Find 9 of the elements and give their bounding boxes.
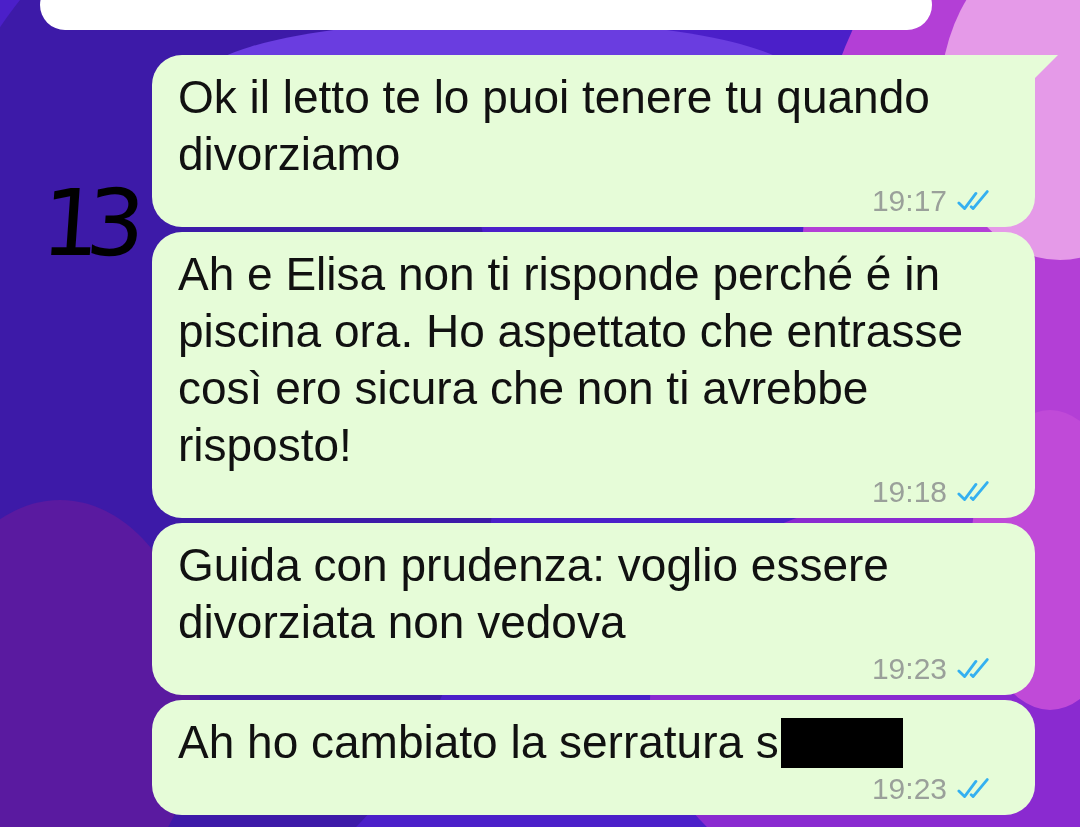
message-text: Ah ho cambiato la serratura s: [178, 716, 779, 768]
message-time: 19:17: [871, 183, 947, 219]
message-time: 19:18: [871, 474, 947, 510]
message-time: 19:23: [871, 771, 947, 807]
message-text: Guida con prudenza: voglio essere divorziata non vedova: [178, 539, 889, 648]
message-time: 19:23: [871, 651, 947, 687]
message-text: Ok il letto te lo puoi tenere tu quando divorziamo: [178, 71, 930, 180]
handwritten-number: 13: [38, 178, 135, 270]
message-text: Ah e Elisa non ti risponde perché é in piscina ora. Ho aspettato che entrasse così ero sicura che non ti avrebbe risposto!: [178, 248, 963, 471]
